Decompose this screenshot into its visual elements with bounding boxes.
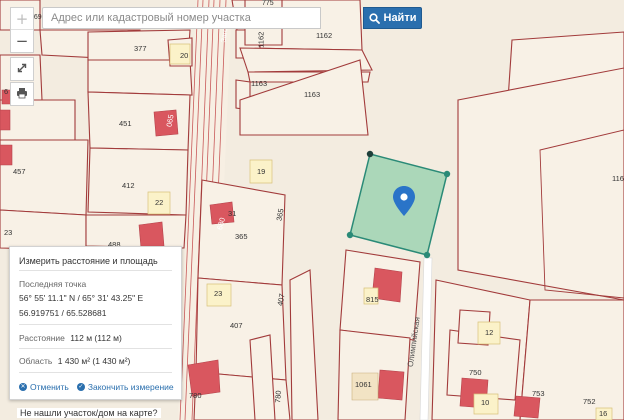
parcel-label: 23 [4, 228, 13, 237]
parcel-label: 457 [13, 167, 26, 176]
parcel-label: 451 [119, 119, 132, 128]
parcel-label: 377 [134, 44, 147, 53]
expand-icon [16, 60, 28, 78]
search-button[interactable]: Найти [363, 7, 422, 29]
building-label: 6 [4, 87, 9, 96]
parcel-label: 1061 [355, 380, 372, 389]
parcel-label: 365 [235, 232, 248, 241]
parcel-label: 1162 [256, 31, 266, 48]
parcel-label: 407 [230, 321, 243, 330]
distance-label: Расстояние [19, 333, 65, 343]
parcel-label: 116 [612, 174, 624, 183]
building-label: 16 [599, 409, 608, 418]
print-control [10, 82, 34, 106]
building-label: 19 [257, 167, 266, 176]
cancel-measure-button[interactable]: ✕ Отменить [19, 382, 69, 392]
parcel-label: 752 [583, 397, 596, 406]
distance-value: 112 м (112 м) [70, 333, 122, 343]
area-label: Область [19, 356, 53, 366]
cancel-label: Отменить [30, 382, 69, 392]
parcel-label: 407 [275, 292, 287, 307]
printer-icon [16, 85, 28, 103]
parcel-label: 815 [366, 295, 379, 304]
building-label: 10 [481, 398, 490, 407]
parcel-label: 780 [272, 390, 284, 404]
close-icon: ✕ [19, 383, 27, 391]
parcel-label: 780 [189, 391, 202, 400]
search-button-label: Найти [383, 12, 417, 24]
zoom-out-button[interactable]: − [11, 30, 33, 52]
parcel-label: 753 [532, 389, 545, 398]
last-point-label: Последняя точка [19, 279, 87, 289]
panel-divider [19, 270, 172, 271]
fullscreen-control [10, 57, 34, 81]
measure-panel: Измерить расстояние и площадь Последняя … [9, 246, 182, 400]
parcel-label: 412 [122, 181, 135, 190]
check-icon: ✓ [76, 383, 85, 391]
parcel-label: 365 [274, 207, 286, 222]
building-label: 31 [228, 209, 237, 218]
parcel-label: 1163 [304, 90, 321, 99]
parcel-label: 750 [469, 368, 482, 377]
distance-row: Расстояние 112 м (112 м) [19, 333, 122, 343]
search-input[interactable] [42, 7, 321, 29]
search-icon [368, 12, 380, 24]
last-point-decimal: 56.919751 / 65.528681 [19, 308, 107, 318]
panel-divider [19, 372, 172, 373]
measure-panel-title: Измерить расстояние и площадь [19, 256, 158, 266]
panel-divider [19, 348, 172, 349]
last-point-dms: 56° 55' 11.1" N / 65° 31' 43.25" E [19, 293, 144, 303]
parcel-label: 775 [262, 0, 274, 7]
finish-measure-button[interactable]: ✓ Закончить измерение [76, 382, 174, 392]
building-label: 23 [214, 289, 223, 298]
building-label: 20 [180, 51, 189, 60]
zoom-controls: + − [10, 7, 34, 53]
print-button[interactable] [11, 83, 33, 105]
parcel-label: 1163 [251, 79, 268, 88]
building-label: 12 [485, 328, 494, 337]
zoom-in-button[interactable]: + [11, 8, 33, 30]
not-found-link[interactable]: Не нашли участок/дом на карте? [17, 408, 161, 418]
building-label: 22 [155, 198, 164, 207]
area-row: Область 1 430 м² (1 430 м²) [19, 356, 130, 366]
area-value: 1 430 м² (1 430 м²) [57, 356, 131, 366]
parcel-label: 1162 [316, 31, 333, 40]
panel-divider [19, 324, 172, 325]
finish-label: Закончить измерение [87, 382, 174, 392]
measure-actions: ✕ Отменить ✓ Закончить измерение [19, 382, 174, 392]
building-label: 065 [164, 113, 176, 128]
fullscreen-button[interactable] [11, 58, 33, 80]
